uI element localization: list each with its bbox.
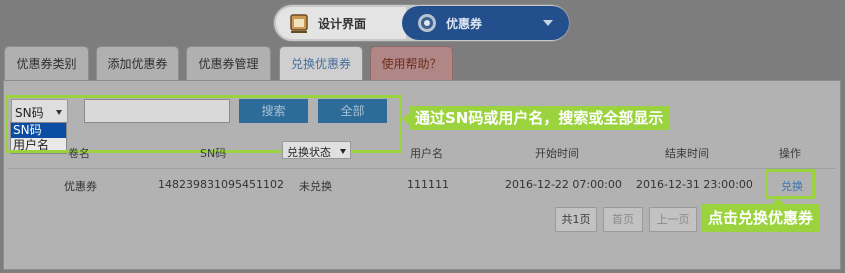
header-sn: SN码: [200, 147, 227, 160]
header-action: 操作: [779, 147, 801, 160]
tab-help[interactable]: 使用帮助？: [370, 46, 453, 81]
tab-coupon-category[interactable]: 优惠券类别: [4, 46, 89, 81]
prev-page-button[interactable]: 上一页: [649, 207, 697, 232]
cell-status: 未兑换: [299, 180, 332, 193]
view-switcher: 设计界面 优惠券: [273, 4, 570, 42]
header-name: 卷名: [68, 147, 90, 160]
first-page-button[interactable]: 首页: [603, 207, 643, 232]
board-icon: [290, 14, 308, 33]
cell-sn: 148239831095451102: [158, 178, 284, 191]
design-view-label: 设计界面: [318, 17, 367, 31]
cell-name: 优惠券: [64, 180, 97, 193]
redeem-hint-text: 点击兑换优惠券: [708, 209, 814, 227]
callout-pointer: [772, 197, 784, 204]
redeem-highlight-box: [765, 169, 815, 199]
search-hint-callout: 通过SN码或用户名，搜索或全部显示: [402, 106, 670, 130]
redeem-hint-callout: 点击兑换优惠券: [702, 197, 820, 232]
gear-icon: [418, 14, 436, 32]
cell-end-time: 2016-12-31 23:00:00: [636, 178, 753, 191]
header-username: 用户名: [410, 147, 443, 160]
chevron-down-icon: [340, 149, 346, 154]
callout-pointer: [402, 113, 409, 125]
coupon-module-label: 优惠券: [446, 17, 483, 31]
tab-coupon-management[interactable]: 优惠券管理: [186, 46, 271, 81]
tab-redeem-coupon[interactable]: 兑换优惠券: [279, 46, 363, 82]
design-view-toggle[interactable]: 设计界面: [276, 7, 406, 39]
cell-username: 111111: [407, 178, 449, 191]
search-hint-text: 通过SN码或用户名，搜索或全部显示: [415, 109, 664, 127]
page-total: 共1页: [555, 207, 597, 232]
tab-add-coupon[interactable]: 添加优惠券: [96, 46, 179, 81]
chevron-down-icon: [543, 20, 553, 26]
cell-start-time: 2016-12-22 07:00:00: [505, 178, 622, 191]
header-start-time: 开始时间: [535, 147, 579, 160]
header-end-time: 结束时间: [665, 147, 709, 160]
status-filter-select[interactable]: 兑换状态: [282, 141, 351, 159]
table-divider: [8, 168, 836, 169]
coupon-module-dropdown[interactable]: 优惠券: [402, 6, 569, 40]
status-filter-value: 兑换状态: [287, 146, 331, 159]
